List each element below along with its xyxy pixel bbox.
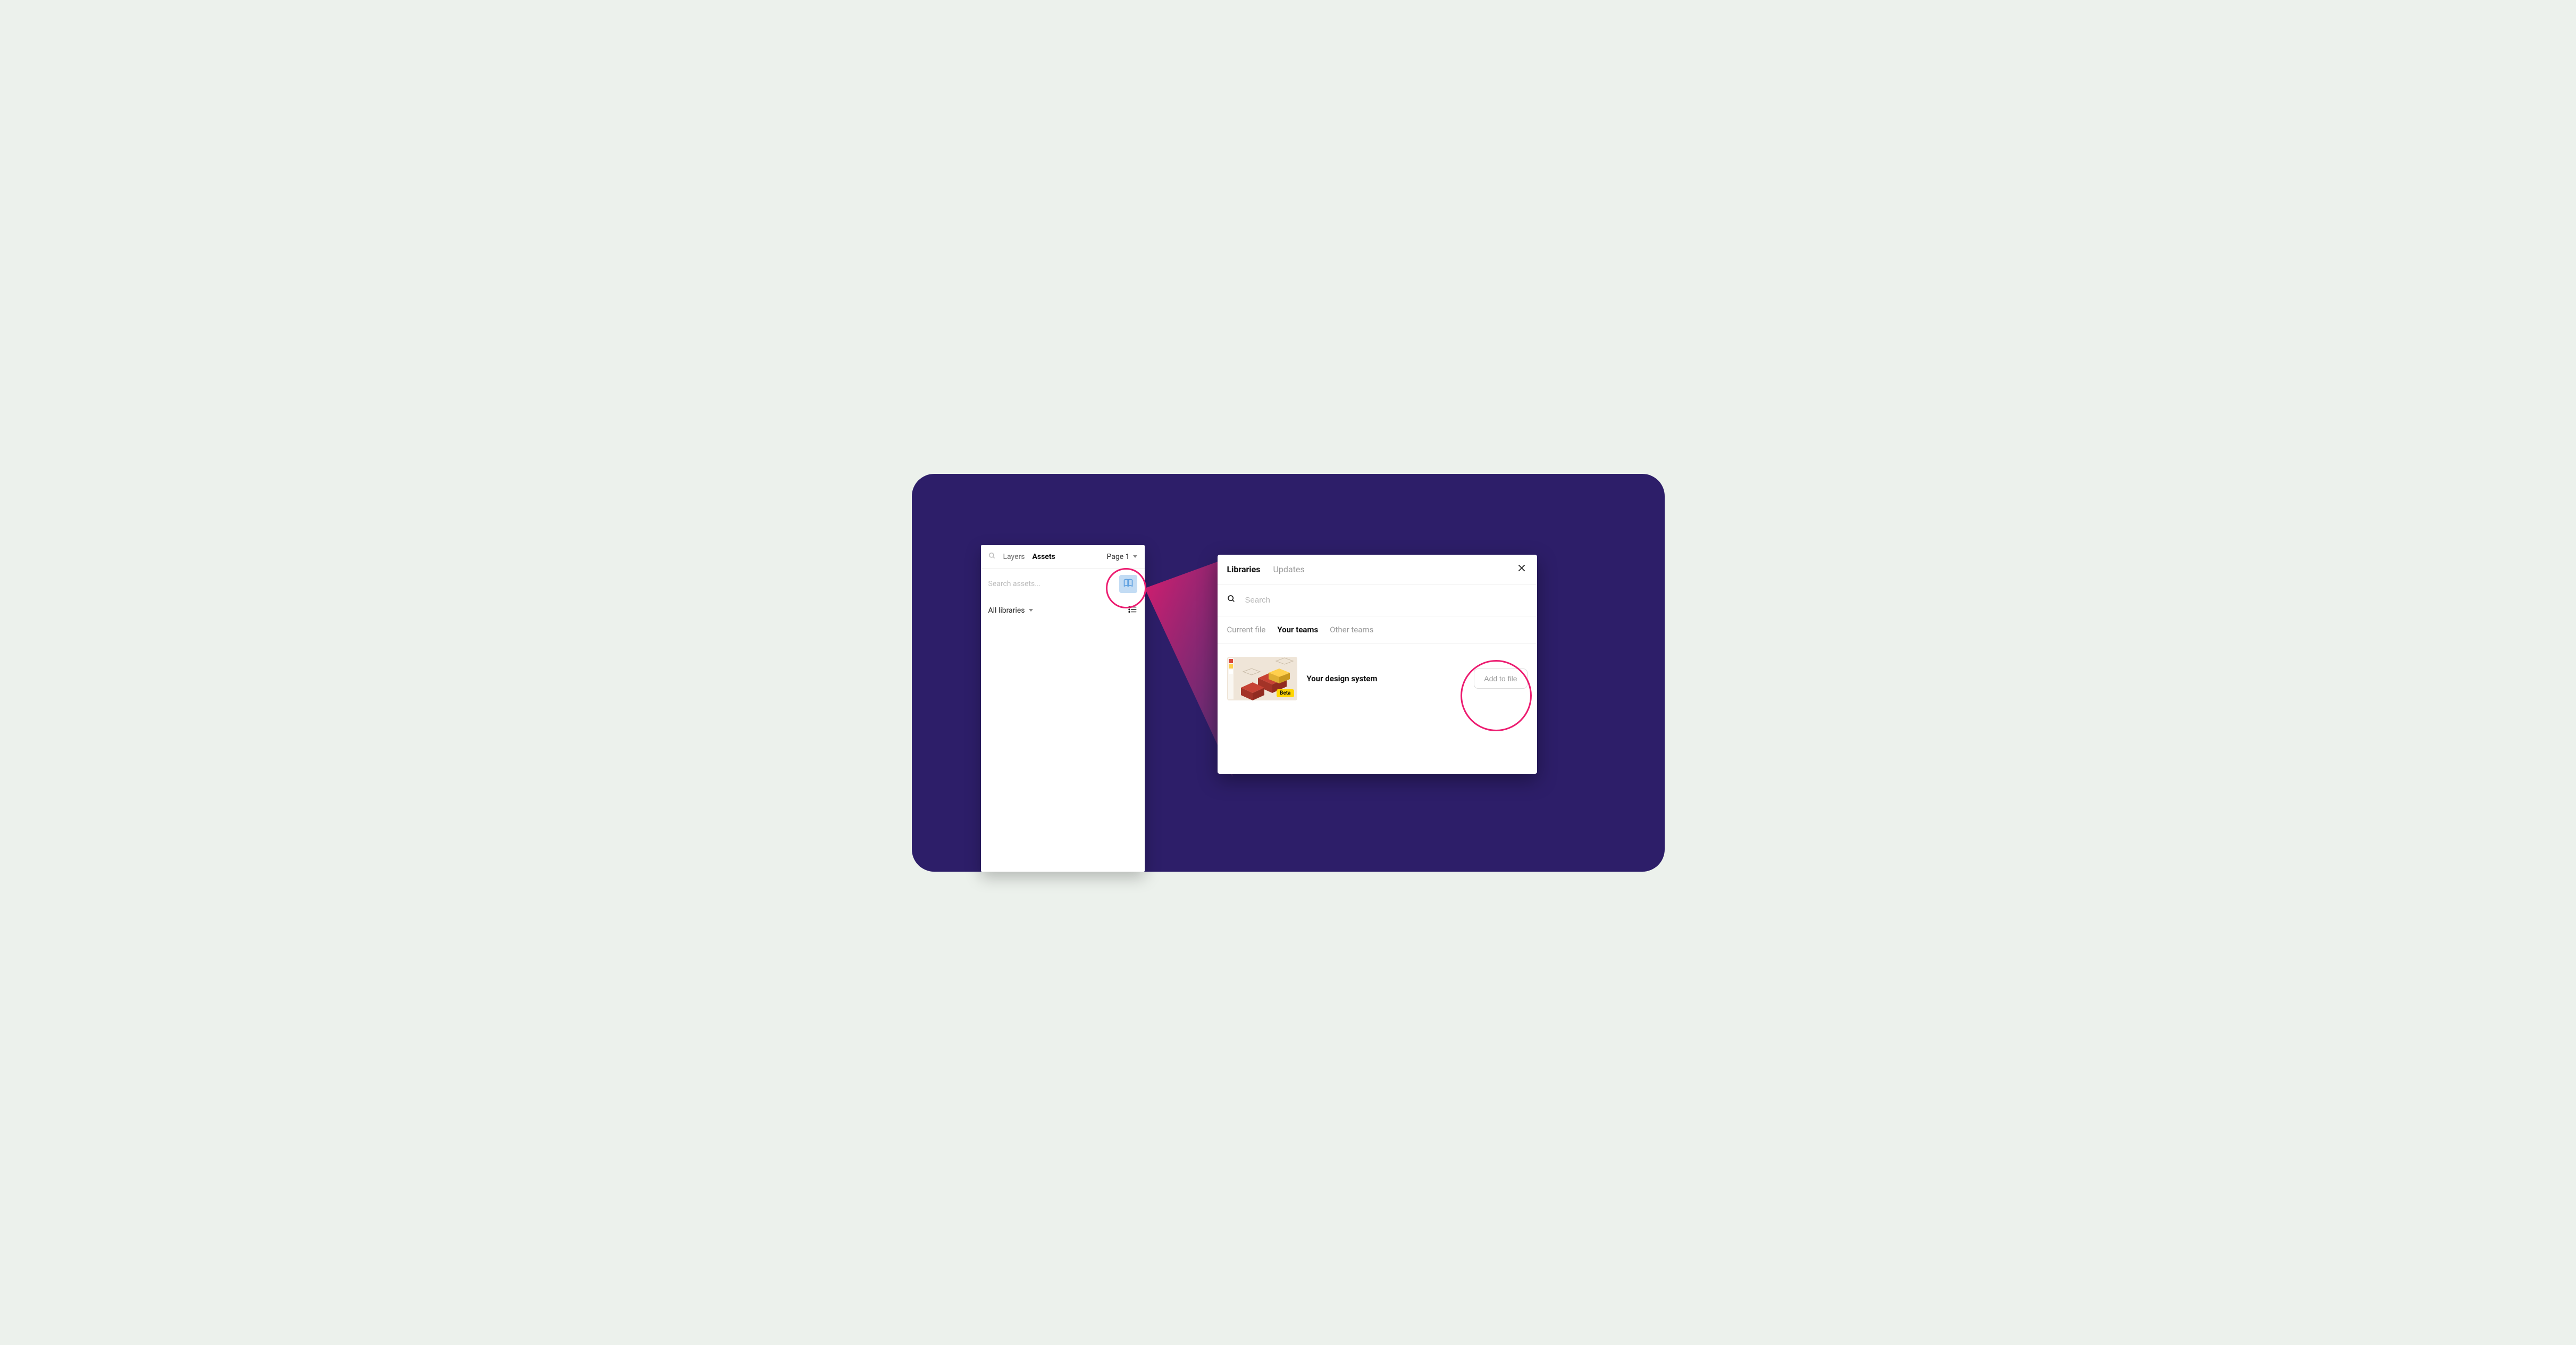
tab-layers[interactable]: Layers [1003,553,1025,561]
search-icon[interactable] [988,552,996,562]
assets-sidebar: Layers Assets Page 1 Search assets... [981,545,1145,872]
library-name: Your design system [1307,674,1465,683]
libraries-filter[interactable]: All libraries [988,606,1034,615]
filter-your-teams[interactable]: Your teams [1277,625,1318,634]
chevron-down-icon [1029,609,1033,612]
sidebar-filter-row: All libraries [981,599,1145,622]
open-libraries-button[interactable] [1119,575,1137,593]
tab-assets[interactable]: Assets [1032,553,1055,561]
list-view-toggle[interactable] [1128,605,1137,616]
search-icon [1227,595,1236,605]
libraries-modal: Libraries Updates Current file Your team… [1218,555,1537,774]
modal-tab-libraries[interactable]: Libraries [1227,564,1261,574]
beta-badge: Beta [1277,689,1294,697]
modal-tab-updates[interactable]: Updates [1273,564,1305,574]
modal-filter-tabs: Current file Your teams Other teams [1218,616,1537,644]
modal-header: Libraries Updates [1218,555,1537,584]
sidebar-search-row: Search assets... [981,569,1145,599]
page-selector[interactable]: Page 1 [1107,553,1137,561]
filter-current-file[interactable]: Current file [1227,625,1266,634]
modal-search-input[interactable] [1245,596,1528,605]
modal-search-row [1218,584,1537,616]
add-to-file-button[interactable]: Add to file [1474,669,1527,689]
book-icon [1123,578,1134,590]
page-selector-label: Page 1 [1107,553,1130,561]
library-thumbnail[interactable]: Beta [1227,657,1297,700]
filter-other-teams[interactable]: Other teams [1330,625,1373,634]
libraries-filter-label: All libraries [988,606,1025,615]
sidebar-top-row: Layers Assets Page 1 [981,545,1145,569]
search-assets-placeholder[interactable]: Search assets... [988,580,1041,588]
library-row: Beta Your design system Add to file [1227,657,1528,700]
stage-background: Layers Assets Page 1 Search assets... [912,474,1665,872]
modal-body: Beta Your design system Add to file [1218,644,1537,774]
close-button[interactable] [1514,560,1530,578]
chevron-down-icon [1133,555,1137,558]
